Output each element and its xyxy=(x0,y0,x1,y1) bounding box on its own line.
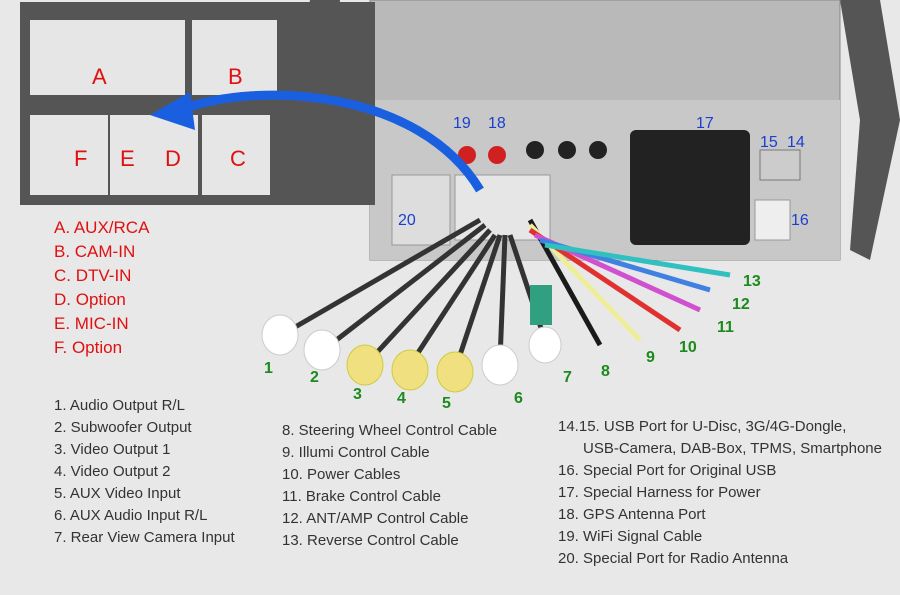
legend-item: F. Option xyxy=(54,338,123,357)
cable-list-left: 1. Audio Output R/L 2. Subwoofer Output … xyxy=(54,395,235,549)
port-label: 17 xyxy=(696,115,714,132)
port-label: 14 xyxy=(787,134,805,151)
list-item: 13. Reverse Control Cable xyxy=(282,532,459,549)
cable-label: 8 xyxy=(601,363,610,380)
connector-label-b: B xyxy=(228,64,243,89)
legend-item: B. CAM-IN xyxy=(54,242,136,261)
list-item: 5. AUX Video Input xyxy=(54,485,181,502)
list-item: 8. Steering Wheel Control Cable xyxy=(282,422,498,439)
port-label: 16 xyxy=(791,212,809,229)
legend-item: C. DTV-IN xyxy=(54,266,132,285)
cable-label: 11 xyxy=(717,319,734,336)
cable-label: 10 xyxy=(679,339,697,356)
port-label: 20 xyxy=(398,212,416,229)
list-item: 6. AUX Audio Input R/L xyxy=(54,507,208,524)
legend-item: D. Option xyxy=(54,290,126,309)
list-item: 1. Audio Output R/L xyxy=(54,397,185,414)
port-label: 15 xyxy=(760,134,778,151)
cable-label: 4 xyxy=(397,390,406,407)
cable-label: 2 xyxy=(310,369,319,386)
list-item: 14.15. USB Port for U-Disc, 3G/4G-Dongle… xyxy=(558,418,847,435)
legend-item: A. AUX/RCA xyxy=(54,218,150,237)
cable-list-middle: 8. Steering Wheel Control Cable 9. Illum… xyxy=(282,420,497,552)
cable-label: 3 xyxy=(353,386,362,403)
cable-label: 1 xyxy=(264,360,273,377)
cable-label: 5 xyxy=(442,395,451,412)
head-unit-rear xyxy=(300,0,900,261)
list-item: 3. Video Output 1 xyxy=(54,441,171,458)
list-item: 7. Rear View Camera Input xyxy=(54,529,235,546)
list-item: 12. ANT/AMP Control Cable xyxy=(282,510,469,527)
connector-label-e: E xyxy=(120,146,135,171)
connector-label-f: F xyxy=(74,146,88,171)
cable-label: 9 xyxy=(646,349,655,366)
rca-plugs xyxy=(261,285,562,393)
list-item: 17. Special Harness for Power xyxy=(558,484,761,501)
connector-label-a: A xyxy=(92,64,107,89)
cable-label: 7 xyxy=(563,369,572,386)
connector-legend: A. AUX/RCA B. CAM-IN C. DTV-IN D. Option… xyxy=(54,216,149,360)
connector-label-c: C xyxy=(230,146,246,171)
port-list-right: 14.15. USB Port for U-Disc, 3G/4G-Dongle… xyxy=(558,416,882,570)
cable-label: 6 xyxy=(514,390,523,407)
list-item: 20. Special Port for Radio Antenna xyxy=(558,550,789,567)
cable-label: 12 xyxy=(732,296,750,313)
legend-item: E. MIC-IN xyxy=(54,314,129,333)
list-item: 11. Brake Control Cable xyxy=(282,488,441,505)
list-item: 18. GPS Antenna Port xyxy=(558,506,706,523)
cable-label: 13 xyxy=(743,273,761,290)
connector-label-d: D xyxy=(165,146,181,171)
port-label: 18 xyxy=(488,115,506,132)
list-item: 10. Power Cables xyxy=(282,466,401,483)
list-item: 4. Video Output 2 xyxy=(54,463,171,480)
list-item: 19. WiFi Signal Cable xyxy=(558,528,703,545)
list-item: 9. Illumi Control Cable xyxy=(282,444,430,461)
list-item: USB-Camera, DAB-Box, TPMS, Smartphone xyxy=(583,440,882,457)
port-label: 19 xyxy=(453,115,471,132)
list-item: 2. Subwoofer Output xyxy=(54,419,192,436)
list-item: 16. Special Port for Original USB xyxy=(558,462,777,479)
